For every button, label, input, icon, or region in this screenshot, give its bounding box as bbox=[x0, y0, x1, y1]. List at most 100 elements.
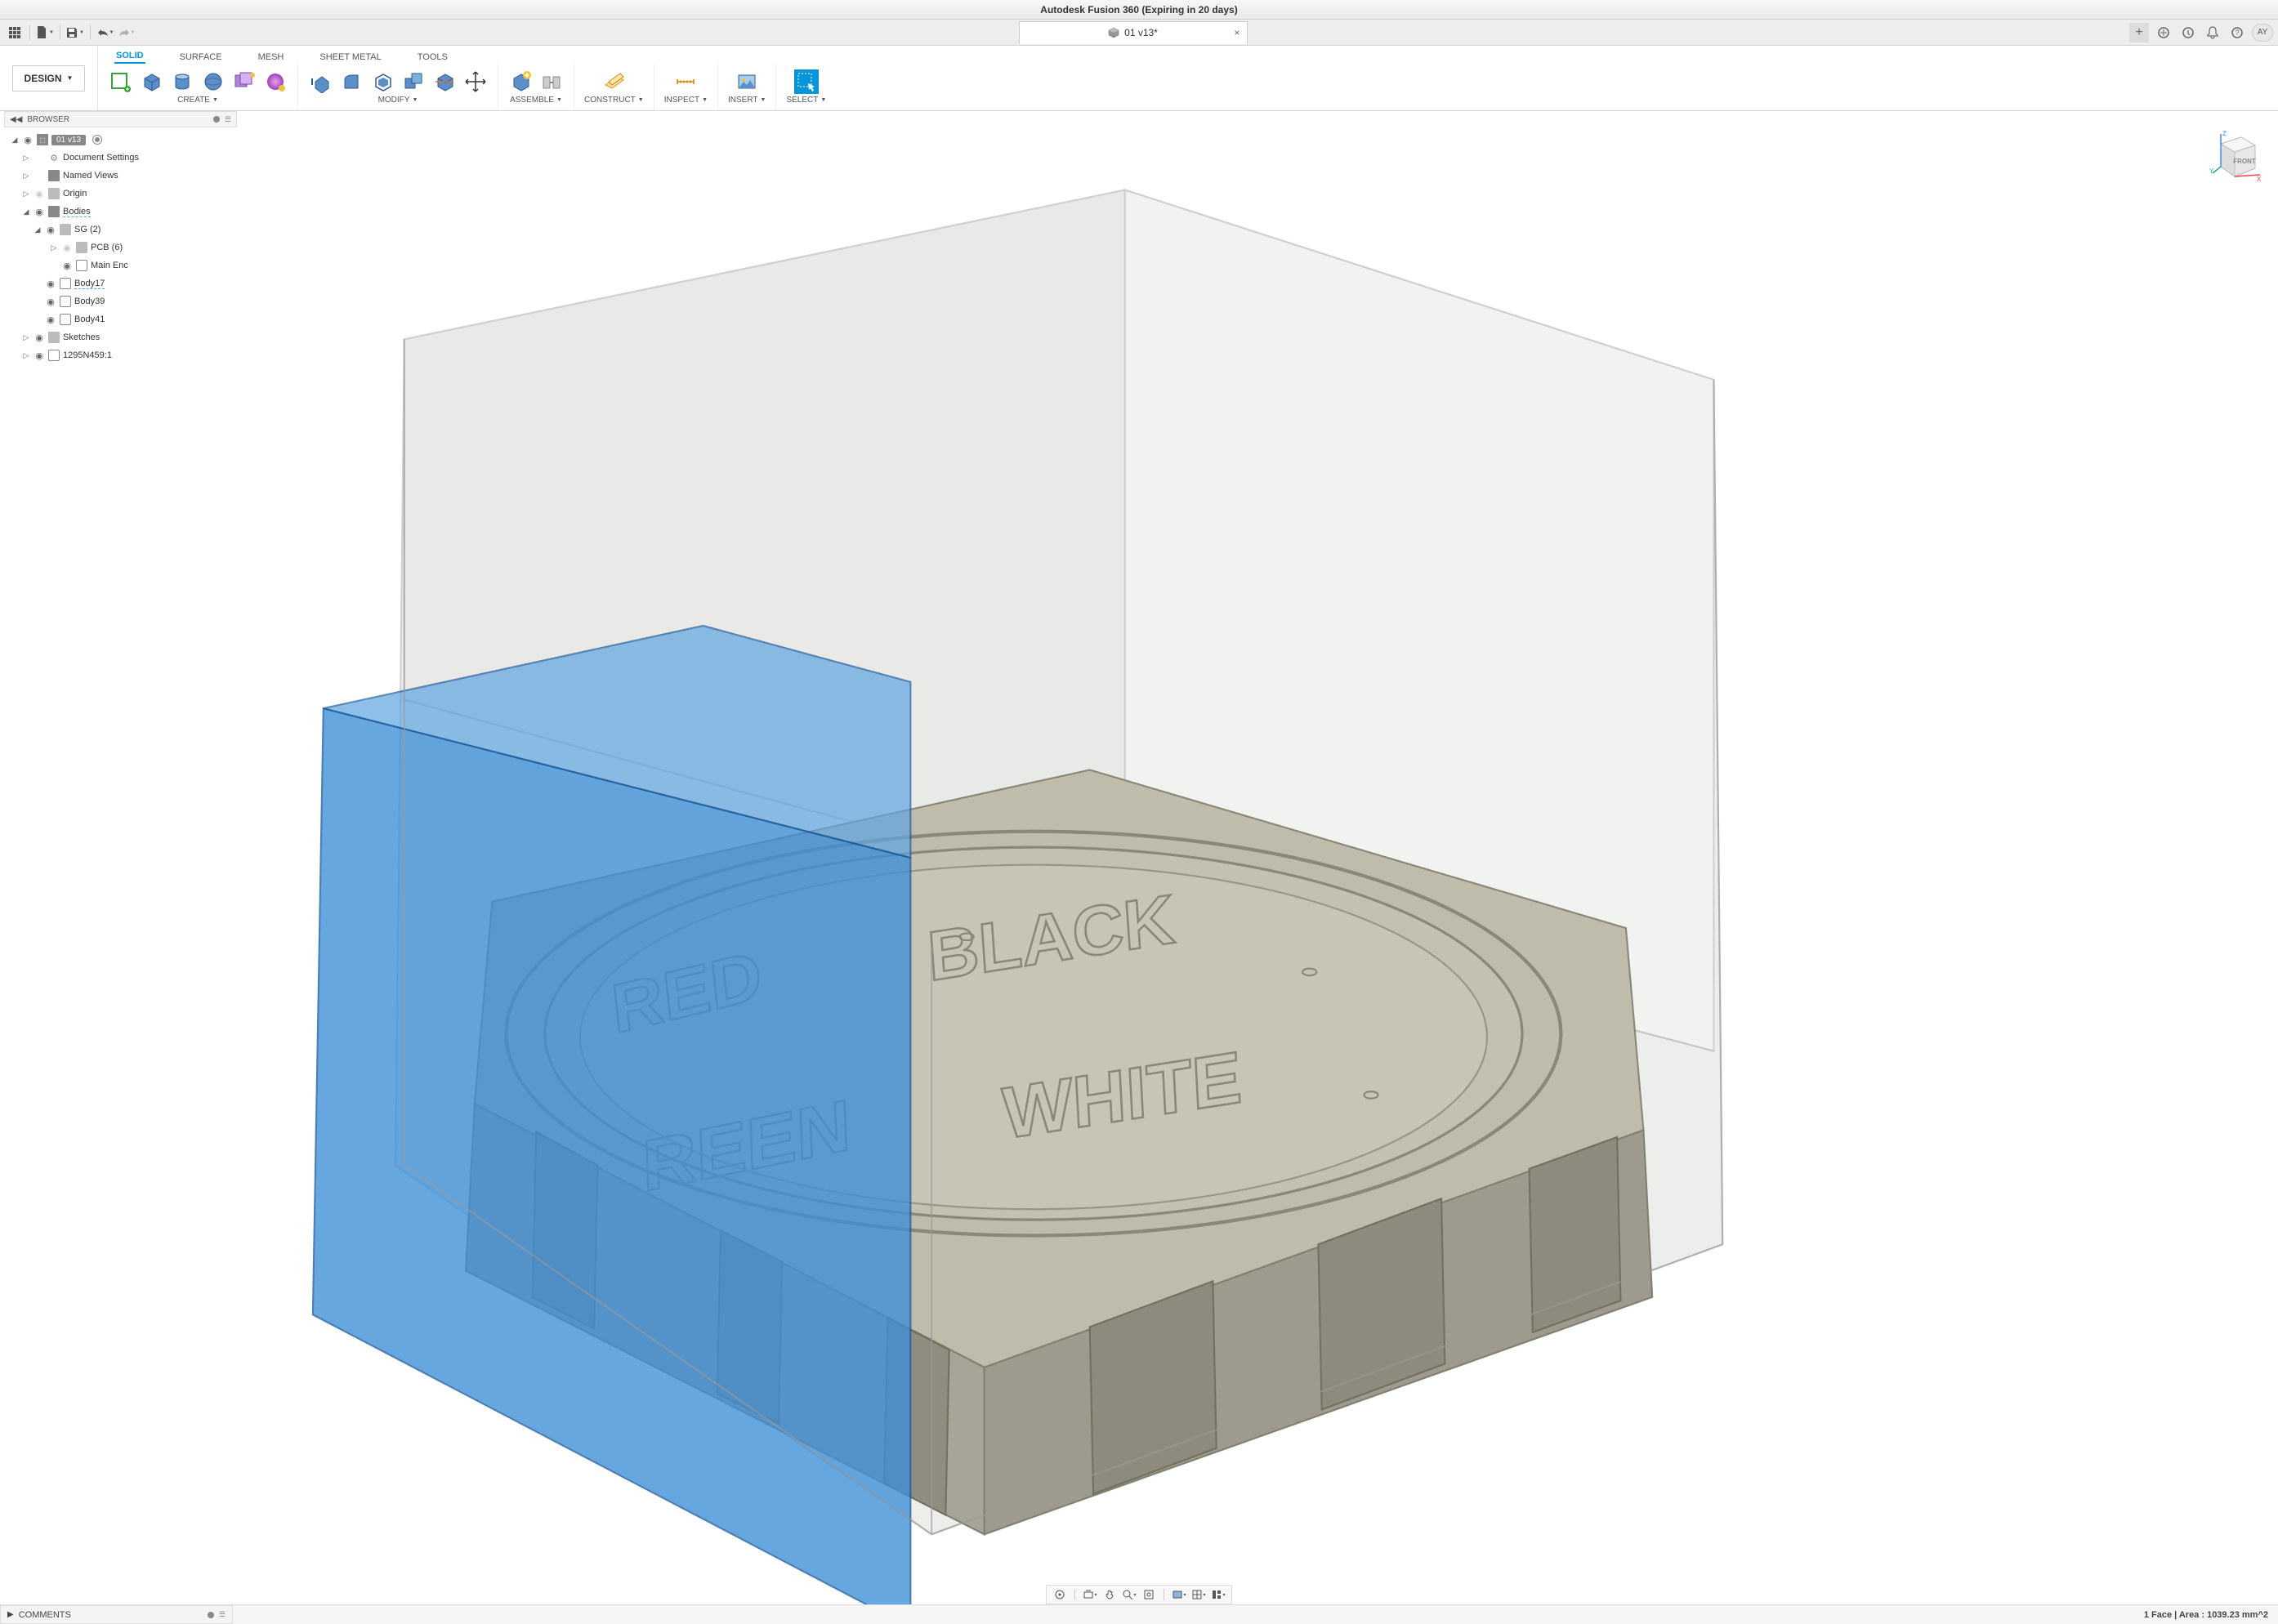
ribbon-group-label-select[interactable]: SELECT ▼ bbox=[786, 96, 826, 105]
ribbon: DESIGN ▼ SOLID SURFACE MESH SHEET METAL … bbox=[0, 46, 2278, 111]
visibility-toggle[interactable]: ◉ bbox=[45, 224, 56, 235]
selection-info: 1 Face | Area : 1039.23 mm^2 bbox=[2144, 1610, 2278, 1620]
browser-settings-dot[interactable] bbox=[213, 116, 220, 123]
tree-root[interactable]: ◢ ◉ ⬚ 01 v13 bbox=[4, 131, 237, 149]
document-tab[interactable]: 01 v13* × bbox=[1019, 21, 1248, 44]
grid-settings-button[interactable]: ▾ bbox=[1190, 1586, 1207, 1603]
pan-button[interactable] bbox=[1101, 1586, 1118, 1603]
job-status-button[interactable] bbox=[2178, 23, 2198, 42]
tree-main-enc[interactable]: ◉ Main Enc bbox=[4, 257, 237, 274]
ribbon-group-label-assemble[interactable]: ASSEMBLE ▼ bbox=[510, 96, 562, 105]
navigation-bar: ▾ ▾ ▾ ▾ ▾ bbox=[1046, 1585, 1232, 1604]
svg-text:Z: Z bbox=[2222, 130, 2227, 137]
visibility-toggle[interactable]: ◉ bbox=[45, 296, 56, 307]
select-button[interactable] bbox=[794, 69, 819, 94]
folder-icon bbox=[76, 242, 87, 253]
fit-button[interactable] bbox=[1141, 1586, 1157, 1603]
tree-body17[interactable]: ◉ Body17 bbox=[4, 274, 237, 292]
create-sketch-button[interactable] bbox=[108, 69, 132, 94]
visibility-toggle[interactable]: ◉ bbox=[34, 188, 45, 199]
ribbon-group-label-modify[interactable]: MODIFY ▼ bbox=[378, 96, 418, 105]
notifications-button[interactable] bbox=[2203, 23, 2222, 42]
visibility-toggle[interactable]: ◉ bbox=[61, 242, 73, 253]
account-avatar[interactable]: AY bbox=[2252, 24, 2273, 42]
ribbon-group-create: CREATE ▼ bbox=[98, 64, 298, 110]
tree-sketches[interactable]: ▷ ◉ Sketches bbox=[4, 328, 237, 346]
combine-button[interactable] bbox=[401, 69, 426, 94]
browser-header[interactable]: ◀◀ BROWSER ☰ bbox=[4, 111, 237, 127]
undo-button[interactable]: ▼ bbox=[96, 23, 115, 42]
tree-named-views[interactable]: ▷ Named Views bbox=[4, 167, 237, 185]
tree-body41[interactable]: ◉ Body41 bbox=[4, 310, 237, 328]
ribbon-group-select: SELECT ▼ bbox=[776, 64, 836, 110]
visibility-toggle[interactable]: ◉ bbox=[45, 278, 56, 289]
activate-radio[interactable] bbox=[92, 135, 102, 145]
window-title-bar: Autodesk Fusion 360 (Expiring in 20 days… bbox=[0, 0, 2278, 20]
create-cylinder-button[interactable] bbox=[170, 69, 194, 94]
create-box-button[interactable] bbox=[139, 69, 163, 94]
visibility-toggle[interactable]: ◉ bbox=[45, 314, 56, 325]
tree-document-settings[interactable]: ▷ ⚙ Document Settings bbox=[4, 149, 237, 167]
data-panel-button[interactable] bbox=[5, 23, 25, 42]
display-settings-button[interactable]: ▾ bbox=[1171, 1586, 1187, 1603]
ribbon-tab-solid[interactable]: SOLID bbox=[114, 49, 145, 64]
shell-button[interactable] bbox=[370, 69, 395, 94]
browser-options-button[interactable]: ☰ bbox=[225, 115, 231, 124]
create-derive-button[interactable] bbox=[263, 69, 288, 94]
orbit-button[interactable] bbox=[1052, 1586, 1068, 1603]
comments-panel-header[interactable]: ▶ COMMENTS ☰ bbox=[0, 1605, 233, 1624]
create-sphere-button[interactable] bbox=[201, 69, 226, 94]
visibility-toggle[interactable]: ◉ bbox=[61, 260, 73, 271]
ribbon-tab-mesh[interactable]: MESH bbox=[257, 51, 286, 64]
redo-button[interactable]: ▼ bbox=[117, 23, 136, 42]
new-tab-button[interactable]: + bbox=[2129, 23, 2149, 42]
new-component-button[interactable] bbox=[508, 69, 533, 94]
ribbon-group-construct: CONSTRUCT ▼ bbox=[574, 64, 654, 110]
tree-bodies[interactable]: ◢ ◉ Bodies bbox=[4, 203, 237, 221]
ribbon-group-label-create[interactable]: CREATE ▼ bbox=[177, 96, 218, 105]
tree-sg-group[interactable]: ◢ ◉ SG (2) bbox=[4, 221, 237, 239]
comments-badge bbox=[208, 1612, 214, 1618]
ribbon-group-label-construct[interactable]: CONSTRUCT ▼ bbox=[584, 96, 644, 105]
viewport-layout-button[interactable]: ▾ bbox=[1210, 1586, 1226, 1603]
joint-button[interactable] bbox=[539, 69, 564, 94]
ribbon-group-label-inspect[interactable]: INSPECT ▼ bbox=[664, 96, 708, 105]
workspace-button[interactable]: DESIGN ▼ bbox=[12, 65, 86, 91]
zoom-button[interactable]: ▾ bbox=[1121, 1586, 1137, 1603]
split-button[interactable] bbox=[432, 69, 457, 94]
help-button[interactable]: ? bbox=[2227, 23, 2247, 42]
document-tab-label: 01 v13* bbox=[1124, 27, 1158, 38]
viewport-canvas[interactable]: RED BLACK REEN WHITE bbox=[0, 111, 2278, 1604]
move-button[interactable] bbox=[463, 69, 488, 94]
file-menu-button[interactable]: ▼ bbox=[35, 23, 55, 42]
insert-button[interactable] bbox=[735, 69, 759, 94]
comments-expand-button[interactable]: ☰ bbox=[219, 1610, 226, 1619]
tree-pcb-group[interactable]: ▷ ◉ PCB (6) bbox=[4, 239, 237, 257]
window-title: Autodesk Fusion 360 (Expiring in 20 days… bbox=[1040, 4, 1237, 16]
ribbon-group-label-insert[interactable]: INSERT ▼ bbox=[728, 96, 766, 105]
save-button[interactable]: ▼ bbox=[65, 23, 85, 42]
collapse-browser-button[interactable]: ◀◀ bbox=[10, 115, 22, 124]
extensions-button[interactable] bbox=[2154, 23, 2173, 42]
view-cube[interactable]: FRONT Y Z X bbox=[2204, 127, 2262, 185]
visibility-toggle[interactable]: ◉ bbox=[34, 332, 45, 343]
ribbon-tab-tools[interactable]: TOOLS bbox=[416, 51, 449, 64]
browser-title: BROWSER bbox=[27, 115, 208, 124]
ribbon-tab-sheet-metal[interactable]: SHEET METAL bbox=[318, 51, 382, 64]
press-pull-button[interactable] bbox=[308, 69, 333, 94]
selected-face[interactable] bbox=[313, 708, 910, 1604]
visibility-toggle[interactable]: ◉ bbox=[34, 206, 45, 217]
close-tab-button[interactable]: × bbox=[1234, 27, 1240, 38]
body-icon bbox=[60, 296, 71, 307]
ribbon-tab-surface[interactable]: SURFACE bbox=[178, 51, 224, 64]
visibility-toggle[interactable]: ◉ bbox=[22, 134, 34, 145]
tree-origin[interactable]: ▷ ◉ Origin bbox=[4, 185, 237, 203]
tree-component[interactable]: ▷ ◉ 1295N459:1 bbox=[4, 346, 237, 364]
construct-plane-button[interactable] bbox=[601, 69, 626, 94]
visibility-toggle[interactable]: ◉ bbox=[34, 350, 45, 361]
tree-body39[interactable]: ◉ Body39 bbox=[4, 292, 237, 310]
fillet-button[interactable] bbox=[339, 69, 364, 94]
measure-button[interactable] bbox=[673, 69, 698, 94]
look-at-button[interactable]: ▾ bbox=[1082, 1586, 1098, 1603]
create-form-button[interactable] bbox=[232, 69, 257, 94]
